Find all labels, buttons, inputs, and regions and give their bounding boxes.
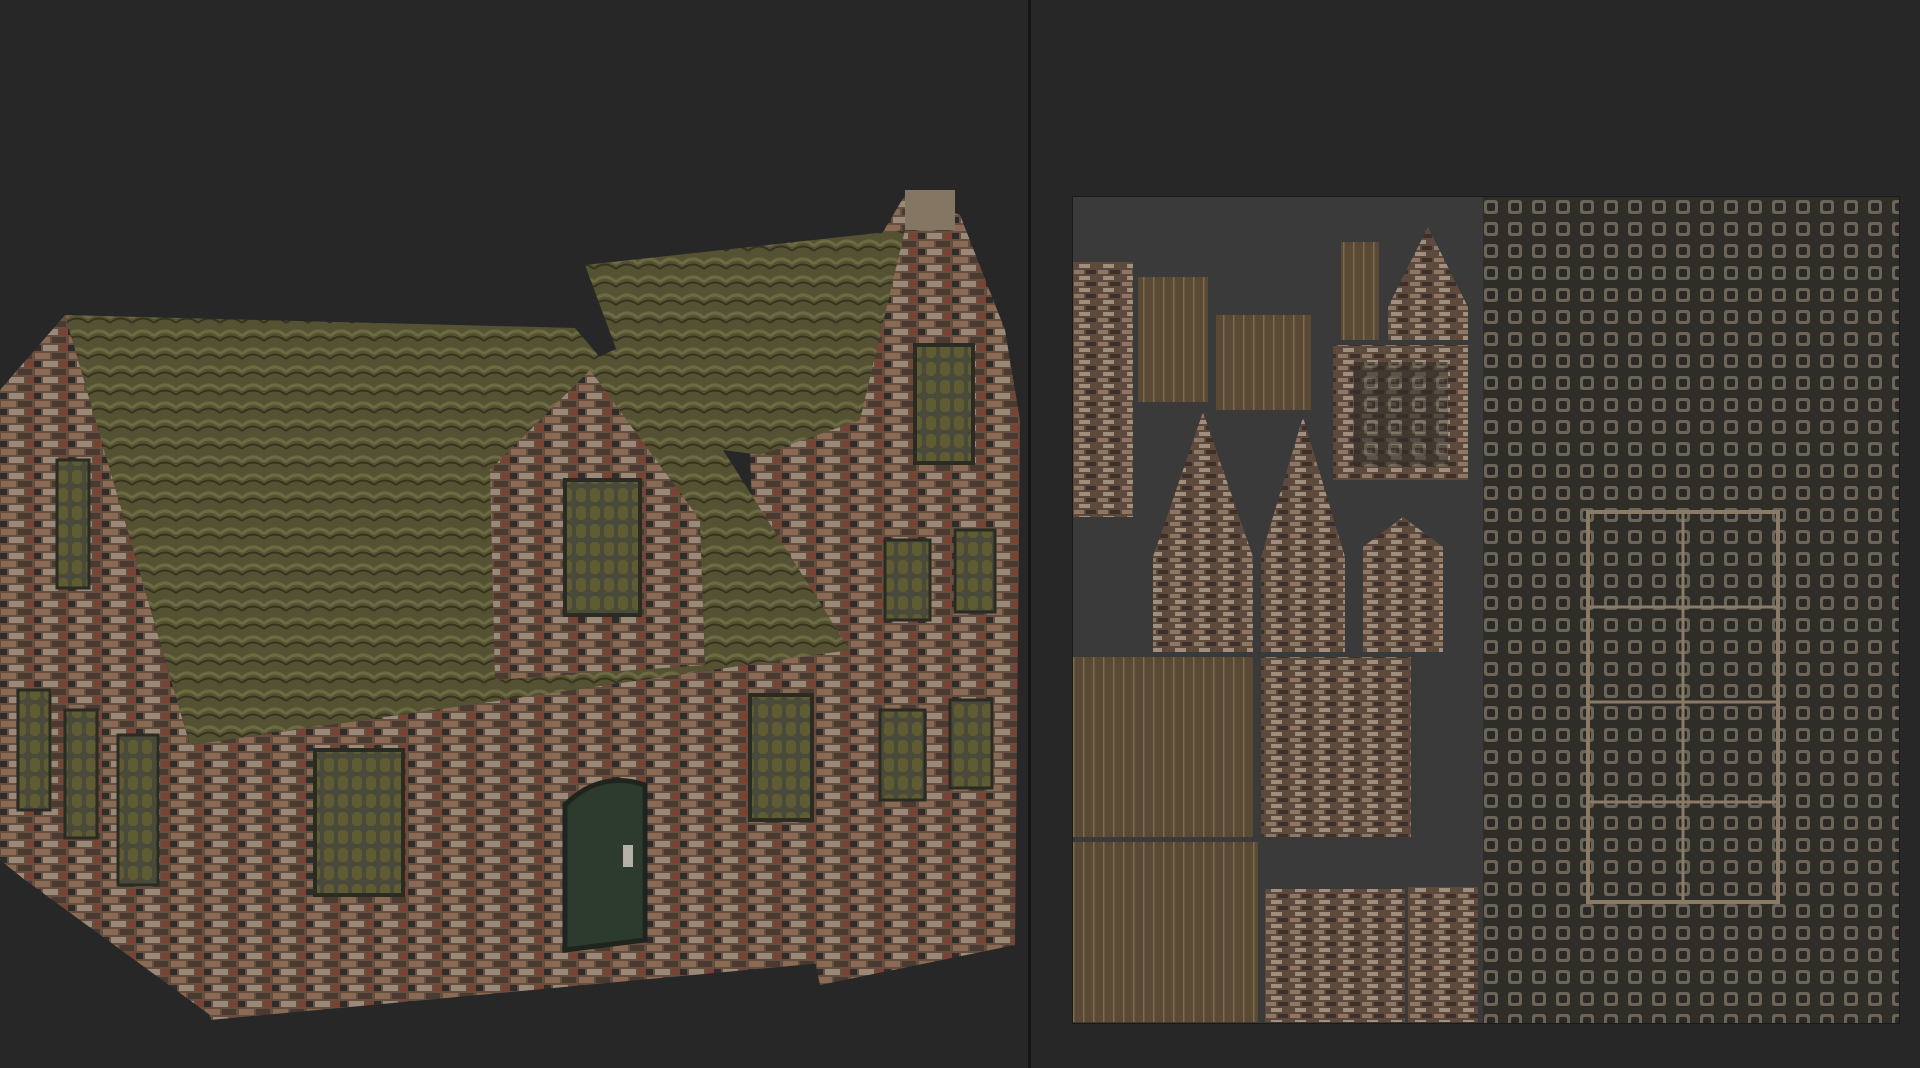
uv-small-gable <box>1388 227 1468 340</box>
3d-viewport[interactable] <box>0 0 1028 1068</box>
window-gable-top <box>913 343 975 465</box>
uv-islands <box>1073 197 1899 1023</box>
uv-left-gable <box>1073 262 1133 517</box>
window-left-3 <box>116 733 160 887</box>
uv-wall-bottom <box>1265 889 1405 1022</box>
window-dormer <box>563 478 642 617</box>
uv-window-atlas <box>1483 197 1899 1023</box>
uv-tower-1 <box>1153 412 1253 652</box>
uv-wall-large <box>1261 657 1411 837</box>
uv-roof-bottom <box>1073 842 1258 1022</box>
uv-narrow-strip <box>1341 242 1379 340</box>
window-right-1 <box>883 538 932 622</box>
window-front-3 <box>878 708 927 802</box>
window-front-2 <box>748 693 814 822</box>
window-front-4 <box>948 698 994 790</box>
window-front-1 <box>313 748 405 897</box>
window-left-2 <box>63 708 99 840</box>
uv-roof-strip <box>1138 277 1208 402</box>
uv-small-gable-2 <box>1363 517 1443 652</box>
door-handle <box>623 845 633 867</box>
uv-roof-large <box>1073 657 1253 837</box>
window-right-2 <box>953 528 997 614</box>
window-left-1 <box>16 688 52 812</box>
uv-roof-block <box>1216 315 1311 410</box>
uv-facade-windows-detail <box>1353 362 1448 467</box>
window-left-upper <box>55 458 91 590</box>
house-model[interactable] <box>0 0 1028 1068</box>
chimney <box>905 190 955 230</box>
uv-wall-bottom-2 <box>1408 887 1478 1022</box>
uv-viewport[interactable] <box>1031 0 1920 1068</box>
uv-tower-2 <box>1261 417 1345 652</box>
uv-texture-sheet <box>1073 197 1899 1023</box>
